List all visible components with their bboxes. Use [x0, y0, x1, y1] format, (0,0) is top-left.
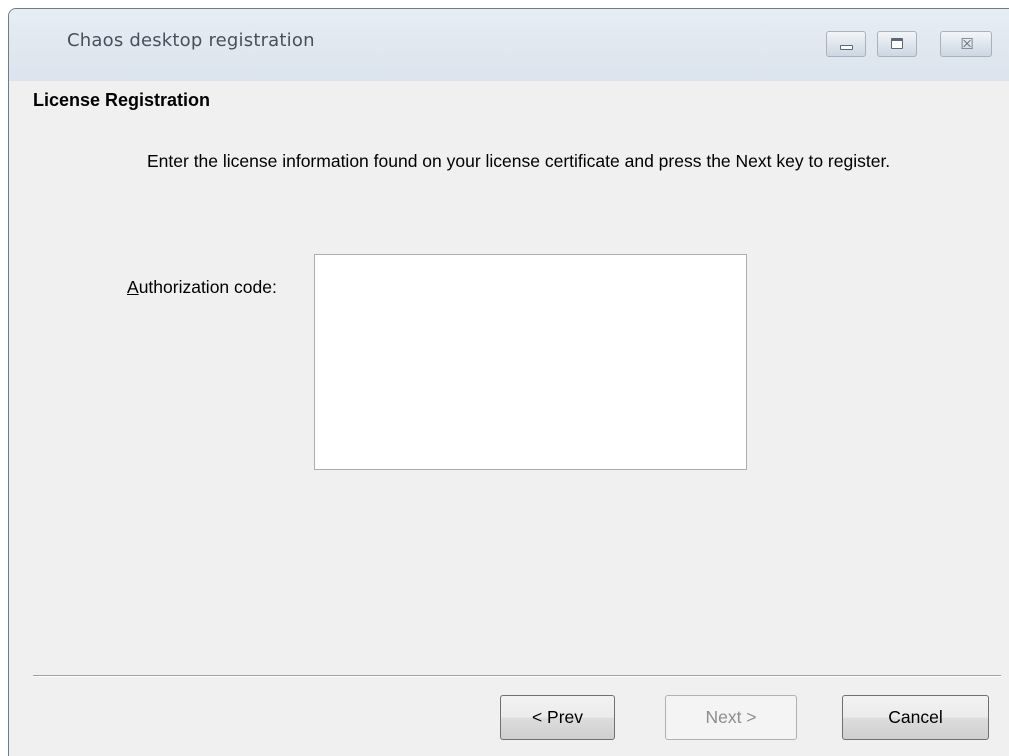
dialog-content: License Registration Enter the license i… [9, 81, 1009, 756]
minimize-button[interactable] [826, 31, 866, 57]
close-button[interactable]: ☒ [940, 31, 992, 57]
registration-window: Chaos desktop registration ☒ License Reg… [8, 8, 1009, 756]
maximize-button[interactable] [877, 31, 917, 57]
button-separator [33, 675, 1001, 677]
window-title: Chaos desktop registration [67, 30, 315, 51]
authorization-code-label-text: uthorization code: [138, 277, 277, 297]
close-icon: ☒ [960, 35, 974, 53]
minimize-icon [840, 45, 853, 50]
title-bar[interactable]: Chaos desktop registration ☒ [9, 9, 1009, 81]
instructions-text: Enter the license information found on y… [147, 151, 891, 171]
prev-button[interactable]: < Prev [500, 695, 615, 740]
cancel-button[interactable]: Cancel [842, 695, 989, 740]
section-title: License Registration [33, 90, 211, 110]
maximize-icon [891, 38, 903, 49]
next-button[interactable]: Next > [665, 695, 797, 740]
authorization-code-label-mnemonic: A [127, 277, 139, 297]
authorization-code-input[interactable] [314, 254, 747, 470]
authorization-code-label: Authorization code: [127, 277, 277, 298]
